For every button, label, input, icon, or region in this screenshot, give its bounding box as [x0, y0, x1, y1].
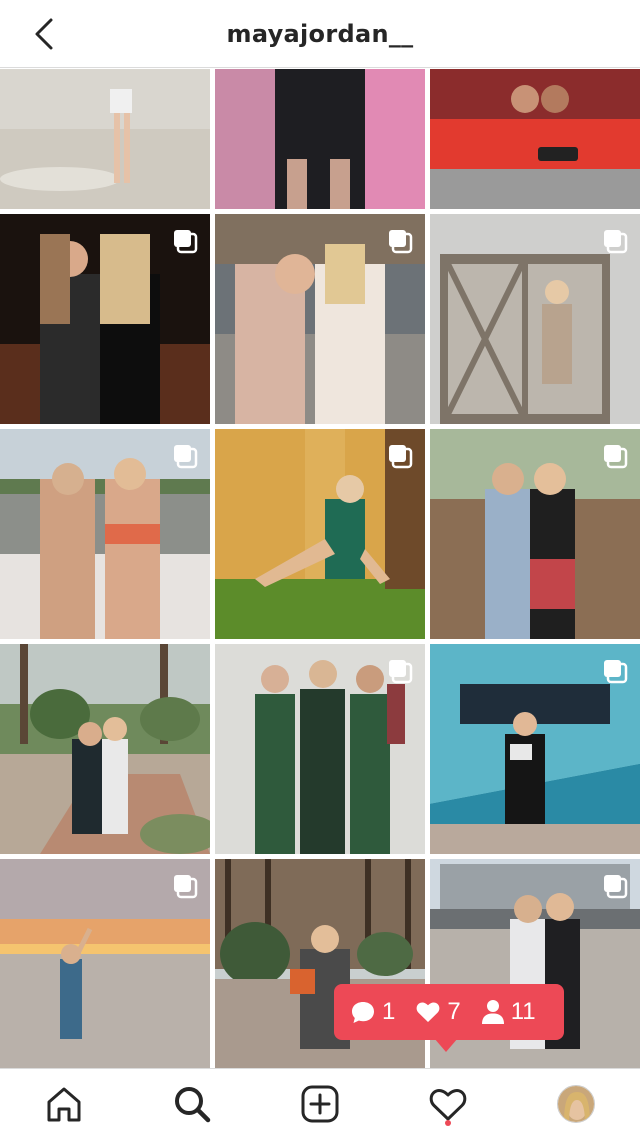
- photo-thumbnail: [215, 69, 425, 209]
- heart-icon: [429, 1088, 467, 1120]
- tab-profile[interactable]: [552, 1080, 600, 1128]
- profile-username: mayajordan__: [226, 19, 414, 48]
- photo-thumbnail: [0, 644, 210, 854]
- grid-tile-beach-girl[interactable]: [0, 69, 210, 209]
- tab-search[interactable]: [168, 1080, 216, 1128]
- grid-tile-garden-path-duo[interactable]: [0, 644, 210, 854]
- grid-tile-sunset-beach-girl[interactable]: [0, 859, 210, 1069]
- carousel-icon: [174, 875, 198, 899]
- photo-thumbnail: [430, 69, 640, 209]
- heart-icon: [416, 1002, 440, 1022]
- grid-tile-night-deck-girls[interactable]: [0, 214, 210, 424]
- grid-tile-street-girls[interactable]: [215, 214, 425, 424]
- like-count: 7: [415, 998, 461, 1026]
- back-button[interactable]: [26, 16, 62, 52]
- tab-home[interactable]: [40, 1080, 88, 1128]
- person-icon: [481, 1000, 504, 1024]
- comment-icon: [352, 1002, 374, 1023]
- photo-grid: [0, 69, 640, 1069]
- add-post-icon: [301, 1085, 339, 1122]
- follower-count: 11: [481, 998, 536, 1026]
- carousel-icon: [174, 445, 198, 469]
- home-icon: [47, 1087, 81, 1121]
- carousel-icon: [174, 230, 198, 254]
- carousel-icon: [389, 445, 413, 469]
- carousel-icon: [604, 660, 628, 684]
- notification-dot: [445, 1119, 451, 1126]
- carousel-icon: [604, 230, 628, 254]
- grid-tile-pink-room-girl[interactable]: [215, 69, 425, 209]
- grid-tile-boat-girls[interactable]: [0, 429, 210, 639]
- photo-thumbnail: [0, 69, 210, 209]
- grid-tile-barn-door-girl[interactable]: [430, 214, 640, 424]
- tab-activity[interactable]: [424, 1080, 472, 1128]
- activity-popup[interactable]: 1 7 11: [334, 984, 564, 1040]
- grid-tile-green-leotard-trio[interactable]: [215, 644, 425, 854]
- carousel-icon: [604, 445, 628, 469]
- activity-popup-pointer: [434, 1038, 458, 1052]
- comment-count: 1: [350, 998, 395, 1026]
- grid-tile-hot-tub-girls[interactable]: [430, 69, 640, 209]
- grid-tile-forest-girls[interactable]: [430, 429, 640, 639]
- grid-tile-autumn-stretch-girl[interactable]: [215, 429, 425, 639]
- chevron-left-icon: [35, 18, 53, 50]
- carousel-icon: [389, 660, 413, 684]
- carousel-icon: [389, 230, 413, 254]
- tab-add-post[interactable]: [296, 1080, 344, 1128]
- carousel-icon: [604, 875, 628, 899]
- bottom-tab-bar: [0, 1068, 640, 1138]
- header-bar: mayajordan__: [0, 0, 640, 68]
- search-icon: [175, 1086, 211, 1122]
- avatar: [557, 1084, 595, 1123]
- grid-tile-revive-banner-girl[interactable]: [430, 644, 640, 854]
